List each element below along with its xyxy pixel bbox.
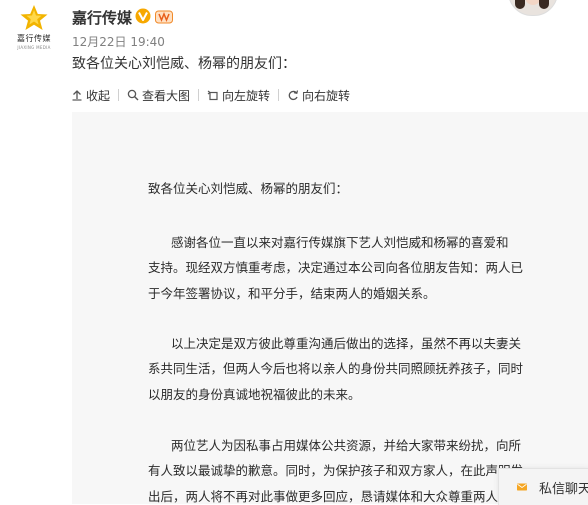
star-logo-icon — [20, 5, 48, 30]
mail-icon — [517, 483, 527, 491]
document-line: 感谢各位一直以来对嘉行传媒旗下艺人刘恺威和杨幂的喜爱和 — [171, 236, 509, 250]
avatar-logo-subtext: JIAXING MEDIA — [17, 45, 51, 50]
verified-icon — [135, 8, 151, 24]
rotate-left-icon — [207, 90, 218, 101]
author-avatar[interactable]: 嘉行传媒 JIAXING MEDIA — [10, 4, 58, 52]
statement-document: 致各位关心刘恺威、杨幂的朋友们： 感谢各位一直以来对嘉行传媒旗下艺人刘恺威和杨幂… — [72, 112, 588, 504]
document-line: 以上决定是双方彼此尊重沟通后做出的选择，虽然不再以夫妻关 — [171, 337, 522, 351]
document-line: 于今年签署协议，和平分手，结束两人的婚姻关系。 — [148, 287, 436, 301]
toolbar-divider — [198, 89, 200, 101]
post-text: 致各位关心刘恺威、杨幂的朋友们： — [72, 56, 296, 72]
toolbar-divider — [278, 89, 280, 101]
image-toolbar: 收起 查看大图 向左旋转 向右旋转 — [71, 84, 350, 106]
rotate-left-button[interactable]: 向左旋转 — [207, 87, 270, 104]
toolbar-divider — [118, 89, 120, 101]
document-line: 以朋友的身份真诚地祝福彼此的未来。 — [148, 388, 361, 402]
author-name[interactable]: 嘉行传媒 — [72, 7, 132, 28]
avatar-hair-right — [539, 0, 549, 9]
document-line: 系共同生活，但两人今后也将以亲人的身份共同照顾抚养孩子，同时 — [148, 362, 524, 376]
view-large-label: 查看大图 — [142, 88, 191, 103]
view-large-button[interactable]: 查看大图 — [127, 87, 190, 104]
rotate-right-button[interactable]: 向右旋转 — [287, 87, 350, 104]
collapse-label: 收起 — [86, 88, 111, 103]
collapse-button[interactable]: 收起 — [71, 87, 110, 104]
collapse-icon — [72, 90, 82, 101]
member-badge-icon[interactable] — [155, 10, 173, 24]
private-message-label: 私信聊天 — [538, 481, 588, 497]
document-line: 出后，两人将不再对此事做更多回应，恳请媒体和大众尊重两人的想 — [148, 490, 524, 504]
rotate-right-icon — [288, 90, 299, 101]
post-image[interactable]: 致各位关心刘恺威、杨幂的朋友们： 感谢各位一直以来对嘉行传媒旗下艺人刘恺威和杨幂… — [72, 112, 588, 504]
post-timestamp[interactable]: 12月22日 19:40 — [72, 33, 165, 50]
document-greeting: 致各位关心刘恺威、杨幂的朋友们： — [148, 182, 349, 196]
rotate-right-label: 向右旋转 — [302, 88, 351, 103]
private-message-button[interactable]: 私信聊天 — [498, 468, 588, 505]
avatar-logo-text: 嘉行传媒 — [17, 34, 51, 43]
document-line: 两位艺人为因私事占用媒体公共资源，并给大家带来纷扰，向所 — [171, 439, 522, 453]
rotate-left-label: 向左旋转 — [222, 88, 271, 103]
document-line: 支持。现经双方慎重考虑，决定通过本公司向各位朋友告知：两人已 — [148, 261, 524, 275]
avatar-hair-left — [515, 0, 525, 9]
document-line: 有人致以最诚挚的歉意。同时，为保护孩子和双方家人，在此声明发 — [148, 464, 524, 478]
user-avatar[interactable] — [508, 0, 558, 16]
search-icon — [127, 89, 139, 101]
